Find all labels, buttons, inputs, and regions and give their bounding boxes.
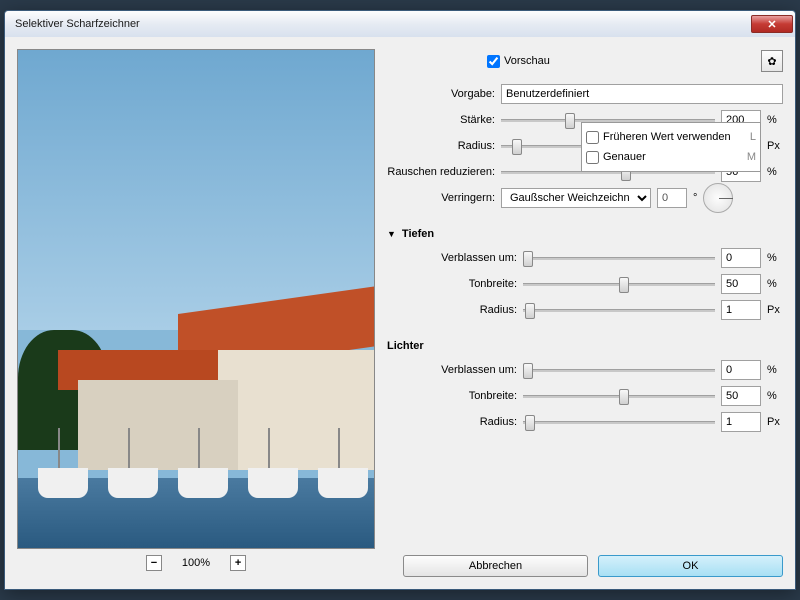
h-rad-input[interactable]: [721, 412, 761, 432]
plus-icon: +: [235, 557, 241, 569]
shadows-title: Tiefen: [402, 228, 434, 240]
h-fade-input[interactable]: [721, 360, 761, 380]
h-fade-label: Verblassen um:: [387, 364, 517, 376]
use-previous-label: Früheren Wert verwenden: [603, 131, 731, 143]
zoom-level: 100%: [182, 557, 210, 569]
minus-icon: −: [151, 557, 157, 569]
preview-checkbox-input[interactable]: [487, 55, 500, 68]
close-button[interactable]: ✕: [751, 15, 793, 33]
reduce-label: Verringern:: [387, 192, 495, 204]
h-fade-slider[interactable]: [523, 361, 715, 379]
gear-popup: Früheren Wert verwenden L Genauer M: [581, 122, 761, 172]
s-rad-label: Radius:: [387, 304, 517, 316]
h-tone-label: Tonbreite:: [387, 390, 517, 402]
preset-select[interactable]: [501, 84, 783, 104]
s-fade-label: Verblassen um:: [387, 252, 517, 264]
s-tone-slider[interactable]: [523, 275, 715, 293]
h-rad-slider[interactable]: [523, 413, 715, 431]
close-icon: ✕: [767, 18, 776, 31]
angle-dial[interactable]: [703, 183, 733, 213]
popup-precise[interactable]: Genauer M: [586, 147, 756, 167]
h-tone-input[interactable]: [721, 386, 761, 406]
h-rad-label: Radius:: [387, 416, 517, 428]
titlebar: Selektiver Scharfzeichner ✕: [5, 11, 795, 37]
content: − 100% + Vorschau ✿ Früheren Wert verwen…: [5, 37, 795, 589]
popup-use-previous[interactable]: Früheren Wert verwenden L: [586, 127, 756, 147]
s-fade-slider[interactable]: [523, 249, 715, 267]
h-tone-slider[interactable]: [523, 387, 715, 405]
noise-unit: %: [767, 166, 783, 178]
smart-sharpen-dialog: Selektiver Scharfzeichner ✕: [4, 10, 796, 590]
precise-checkbox[interactable]: [586, 151, 599, 164]
preview-checkbox[interactable]: Vorschau: [487, 55, 550, 68]
settings-gear-button[interactable]: ✿: [761, 50, 783, 72]
shadows-header[interactable]: ▼ Tiefen: [387, 223, 783, 245]
use-previous-key: L: [750, 131, 756, 143]
strength-unit: %: [767, 114, 783, 126]
s-tone-label: Tonbreite:: [387, 278, 517, 290]
s-rad-slider[interactable]: [523, 301, 715, 319]
zoom-controls: − 100% +: [17, 549, 375, 577]
radius-unit: Px: [767, 140, 783, 152]
highlights-header[interactable]: Lichter: [387, 335, 783, 357]
settings-pane: Vorschau ✿ Früheren Wert verwenden L Gen…: [387, 49, 783, 577]
window-title: Selektiver Scharfzeichner: [15, 18, 751, 30]
preview-pane: − 100% +: [17, 49, 375, 577]
triangle-down-icon: ▼: [387, 229, 396, 239]
precise-label: Genauer: [603, 151, 646, 163]
noise-label: Rauschen reduzieren:: [387, 166, 495, 178]
s-tone-input[interactable]: [721, 274, 761, 294]
angle-input[interactable]: [657, 188, 687, 208]
preview-label: Vorschau: [504, 55, 550, 67]
degree-unit: °: [693, 192, 697, 204]
cancel-button[interactable]: Abbrechen: [403, 555, 588, 577]
s-rad-input[interactable]: [721, 300, 761, 320]
ok-button[interactable]: OK: [598, 555, 783, 577]
s-fade-input[interactable]: [721, 248, 761, 268]
zoom-out-button[interactable]: −: [146, 555, 162, 571]
preset-label: Vorgabe:: [387, 88, 495, 100]
highlights-title: Lichter: [387, 340, 424, 352]
zoom-in-button[interactable]: +: [230, 555, 246, 571]
preview-image[interactable]: [17, 49, 375, 549]
strength-label: Stärke:: [387, 114, 495, 126]
gear-icon: ✿: [767, 55, 776, 68]
use-previous-checkbox[interactable]: [586, 131, 599, 144]
reduce-select[interactable]: Gaußscher Weichzeichner: [501, 188, 651, 208]
radius-label: Radius:: [387, 140, 495, 152]
precise-key: M: [747, 151, 756, 163]
